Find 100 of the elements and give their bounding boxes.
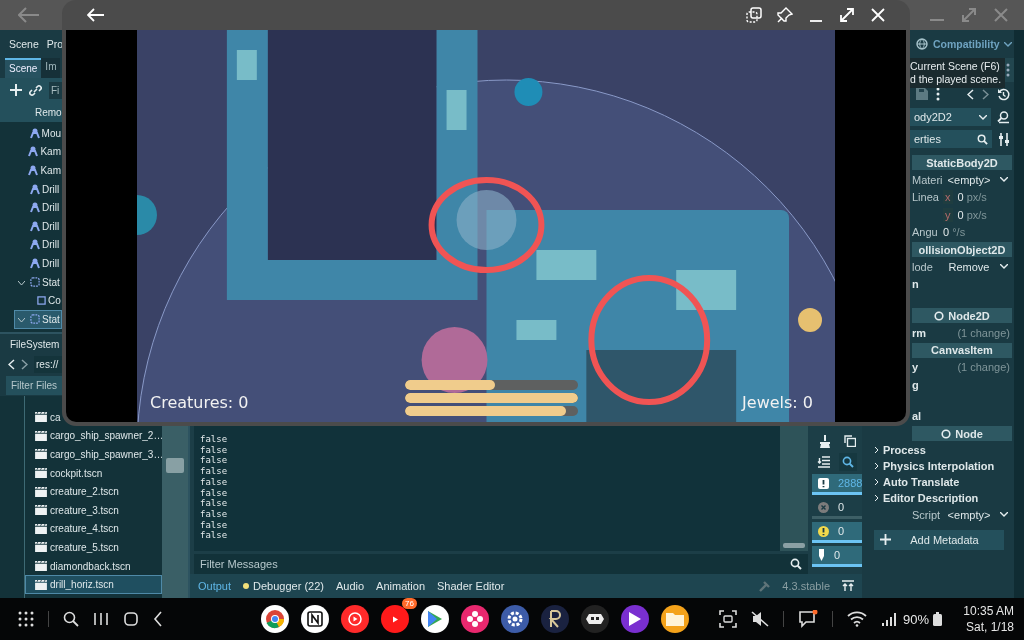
file-item[interactable]: creature_3.tscn [25, 500, 121, 520]
tree-item[interactable]: Kam [14, 161, 62, 180]
close-icon[interactable] [870, 7, 886, 23]
value-dropdown[interactable]: <empty> [943, 173, 995, 186]
app-icon[interactable] [421, 605, 449, 633]
expand-panel-icon[interactable] [842, 580, 854, 592]
back-icon[interactable] [153, 611, 163, 627]
file-item[interactable]: creature_4.tscn [25, 519, 121, 539]
value-dropdown[interactable]: <empty> [943, 508, 995, 521]
tree-item[interactable]: Stat [14, 309, 62, 329]
number-field[interactable]: 0 px/s [957, 191, 987, 204]
link-icon[interactable] [29, 83, 42, 97]
add-icon[interactable] [10, 84, 22, 96]
tree-item[interactable]: Drill [14, 254, 62, 273]
chevron-icon[interactable] [18, 278, 25, 286]
search-icon[interactable] [63, 611, 79, 627]
tree-item[interactable]: Stat [14, 272, 62, 292]
search-toggle[interactable] [839, 453, 858, 471]
number-field[interactable]: 0 px/s [957, 208, 987, 221]
menu-item[interactable]: Pro [46, 38, 64, 50]
section-header[interactable]: Node [912, 426, 1012, 441]
section-header[interactable]: ollisionObject2D [912, 242, 1012, 257]
screenshot-icon[interactable] [719, 610, 737, 628]
file-item[interactable]: ca [25, 408, 63, 427]
docs-search-icon[interactable] [997, 110, 1010, 124]
tree-item[interactable]: Co [14, 291, 62, 310]
broom-icon[interactable] [818, 434, 831, 448]
file-item[interactable]: drill_horiz.tscn [25, 575, 162, 594]
tree-item[interactable]: Drill [14, 235, 62, 255]
section-item[interactable]: Editor Description [868, 490, 1012, 506]
copy-icon[interactable] [843, 435, 856, 447]
app-icon[interactable] [341, 605, 369, 633]
app-icon[interactable] [581, 605, 609, 633]
app-icon[interactable] [621, 605, 649, 633]
property-group[interactable]: g [912, 378, 919, 391]
sliders-icon[interactable] [998, 132, 1010, 146]
panel-tab[interactable]: Debugger (22) [243, 580, 324, 592]
back-icon[interactable] [8, 358, 15, 370]
file-item[interactable]: creature_5.tscn [25, 538, 121, 557]
filter-toggle[interactable]: 0 [812, 546, 862, 567]
back-icon[interactable] [967, 88, 974, 100]
property-group[interactable]: y [912, 361, 919, 374]
tree-item[interactable]: Drill [14, 179, 62, 199]
scrollbar-thumb[interactable] [783, 543, 805, 548]
filter-field[interactable]: erties [910, 130, 992, 148]
section-header[interactable]: Node2D [912, 308, 1012, 323]
tree-item[interactable]: Kam [14, 142, 62, 162]
menu-item[interactable]: Scene [9, 38, 39, 50]
app-icon[interactable] [661, 605, 689, 633]
file-item[interactable]: creature_2.tscn [25, 482, 121, 501]
globe-icon[interactable] [916, 38, 928, 50]
app-icon[interactable] [541, 605, 569, 633]
caret-icon[interactable] [1003, 41, 1012, 47]
filter-field[interactable]: Filter Messages [194, 554, 808, 574]
tree-item[interactable]: Drill [14, 198, 62, 217]
section-item[interactable]: Physics Interpolation [868, 458, 1012, 474]
apps-grid-icon[interactable] [18, 611, 34, 627]
filter-field[interactable]: Fi [49, 81, 62, 99]
filter-toggle[interactable]: 0 [812, 498, 862, 519]
file-item[interactable]: diamondback.tscn [25, 556, 133, 576]
add-icon[interactable] [880, 534, 891, 545]
dock-tab[interactable]: Im [41, 58, 61, 78]
file-item[interactable]: cockpit.tscn [25, 463, 105, 483]
path-field[interactable]: res:// [34, 355, 62, 373]
panel-tab[interactable]: Shader Editor [437, 580, 505, 592]
filter-field[interactable]: Filter Files [6, 375, 63, 395]
panel-tab[interactable]: Output [198, 580, 232, 592]
search-icon[interactable] [790, 558, 802, 570]
kebab-menu-icon[interactable] [936, 87, 940, 101]
app-icon[interactable] [301, 605, 329, 633]
recents-icon[interactable] [93, 611, 109, 627]
chat-icon[interactable] [798, 610, 818, 628]
tree-item[interactable]: Drill [14, 216, 62, 236]
maximize-icon[interactable] [839, 7, 855, 23]
filter-toggle[interactable]: 0 [812, 522, 862, 543]
dock-tab[interactable]: Scene [5, 58, 42, 78]
collapse-lines-icon[interactable] [816, 456, 830, 468]
property-group[interactable]: rm [912, 326, 927, 339]
app-icon[interactable] [461, 605, 489, 633]
app-icon[interactable] [381, 605, 409, 633]
history-icon[interactable] [997, 87, 1010, 101]
app-icon[interactable] [261, 605, 289, 633]
search-icon[interactable] [977, 133, 988, 145]
file-item[interactable]: cargo_ship_spawner_2… [25, 426, 166, 446]
pin-icon[interactable] [777, 7, 793, 23]
home-icon[interactable] [123, 611, 139, 627]
section-header[interactable]: CanvasItem [912, 342, 1012, 358]
mute-icon[interactable] [751, 611, 769, 627]
app-icon[interactable] [501, 605, 529, 633]
panel-tab[interactable]: Animation [376, 580, 426, 592]
add-metadata-button[interactable]: Add Metadata [874, 529, 1004, 550]
tree-item[interactable]: Mou [14, 124, 62, 143]
renderer-dropdown[interactable]: Compatibility [933, 38, 1012, 50]
popup-view-icon[interactable] [746, 7, 762, 23]
number-field[interactable]: 0 °/s [943, 226, 966, 239]
value-dropdown[interactable]: Remove [943, 260, 995, 273]
forward-icon[interactable] [21, 358, 28, 370]
node-dropdown[interactable]: ody2D2 [910, 108, 991, 126]
section-header[interactable]: StaticBody2D [912, 155, 1012, 170]
scrollbar-thumb[interactable] [166, 458, 184, 473]
